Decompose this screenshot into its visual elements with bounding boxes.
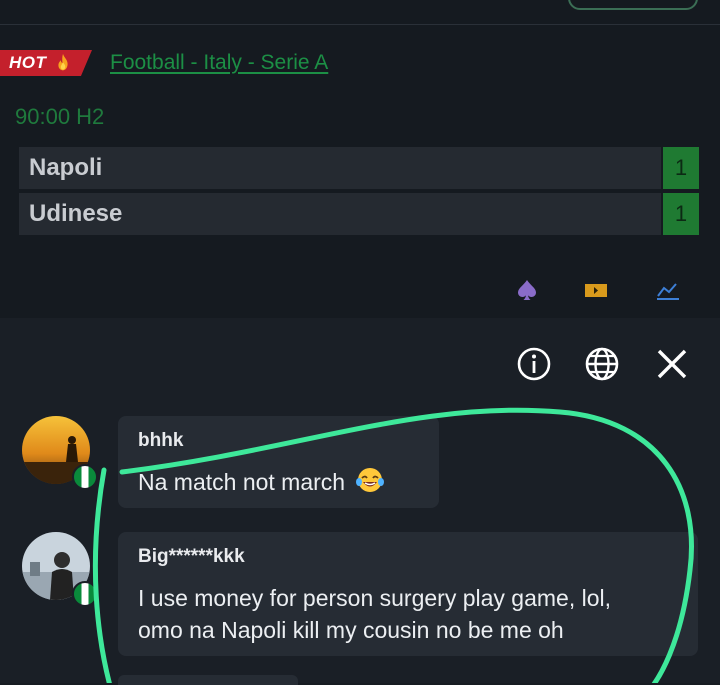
stats-chart-icon[interactable]	[654, 276, 682, 304]
flag-badge	[72, 581, 98, 607]
ticket-icon[interactable]	[582, 276, 610, 304]
globe-icon[interactable]	[583, 345, 621, 383]
spade-icon[interactable]	[513, 276, 541, 304]
score-away: 1	[663, 193, 699, 235]
message-text-content: Na match not march	[138, 469, 346, 495]
match-time: 90:00 H2	[15, 104, 105, 129]
sender-name: Big******kkk	[138, 546, 245, 567]
divider	[0, 24, 720, 25]
message-line: omo na Napoli kill my cousin no be me oh	[138, 617, 564, 643]
message-line: I use money for person surgery play game…	[138, 585, 612, 611]
message-text: Na match not march	[138, 466, 385, 498]
message-text: I use money for person surgery play game…	[138, 582, 611, 646]
sender-name: bhhk	[138, 430, 184, 451]
team-name: Napoli	[29, 154, 103, 181]
top-button-fragment[interactable]	[568, 0, 698, 10]
chat-bubble: bhhk Na match not march	[118, 416, 439, 508]
laughing-emoji-icon	[356, 468, 385, 492]
hot-badge: HOT	[0, 50, 92, 76]
league-link[interactable]: Football - Italy - Serie A	[110, 51, 328, 75]
score-home: 1	[663, 147, 699, 189]
chat-bubble: Big******kkk I use money for person surg…	[118, 532, 698, 656]
team-row-home[interactable]: Napoli	[19, 147, 661, 189]
hot-label: HOT	[9, 53, 47, 72]
team-name: Udinese	[29, 200, 123, 227]
fire-icon	[58, 53, 68, 71]
close-icon[interactable]	[653, 345, 691, 383]
team-row-away[interactable]: Udinese	[19, 193, 661, 235]
info-icon[interactable]	[515, 345, 553, 383]
flag-badge	[72, 464, 98, 490]
next-chat-bubble	[118, 675, 298, 685]
